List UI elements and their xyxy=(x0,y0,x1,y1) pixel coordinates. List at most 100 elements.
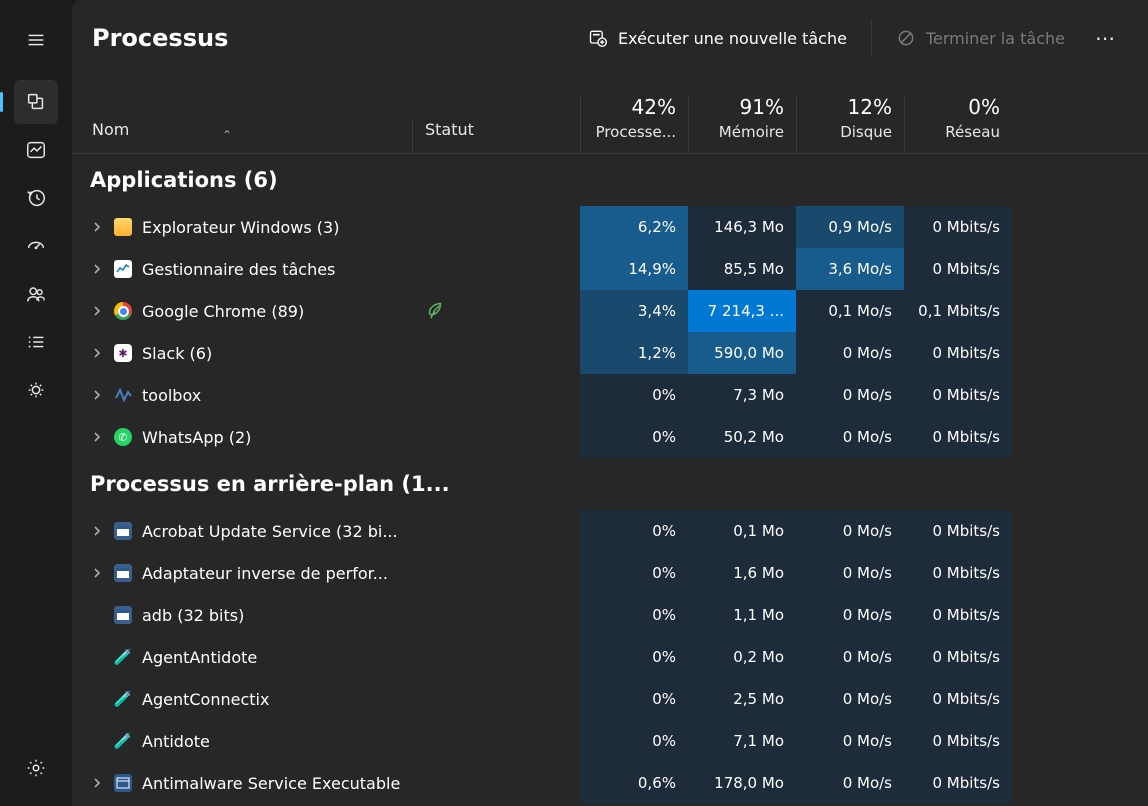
cpu-cell: 6,2% xyxy=(580,206,688,248)
column-network[interactable]: 0% Réseau xyxy=(904,95,1012,153)
extra-cell xyxy=(1012,332,1148,374)
process-row[interactable]: Antimalware Service Executable0,6%178,0 … xyxy=(72,762,1148,804)
network-cell: 0 Mbits/s xyxy=(904,594,1012,636)
performance-icon xyxy=(25,139,47,161)
process-row[interactable]: toolbox0%7,3 Mo0 Mo/s0 Mbits/s xyxy=(72,374,1148,416)
hamburger-menu-button[interactable] xyxy=(14,18,58,62)
cpu-usage-percent: 42% xyxy=(632,95,676,119)
flask-icon: 🧪 xyxy=(114,690,132,708)
disk-column-label: Disque xyxy=(840,123,892,141)
nav-services[interactable] xyxy=(14,368,58,412)
memory-cell: 1,6 Mo xyxy=(688,552,796,594)
column-status-label: Statut xyxy=(425,120,474,139)
extra-cell xyxy=(1012,510,1148,552)
new-task-icon xyxy=(588,28,608,48)
process-row[interactable]: adb (32 bits)0%1,1 Mo0 Mo/s0 Mbits/s xyxy=(72,594,1148,636)
end-task-icon xyxy=(896,28,916,48)
process-row[interactable]: 🧪AgentAntidote0%0,2 Mo0 Mo/s0 Mbits/s xyxy=(72,636,1148,678)
cpu-cell: 0% xyxy=(580,552,688,594)
network-usage-percent: 0% xyxy=(968,95,1000,119)
process-name-cell: Gestionnaire des tâches xyxy=(72,248,412,290)
column-status[interactable]: Statut xyxy=(412,120,580,153)
expand-chevron-icon[interactable] xyxy=(90,776,104,790)
expand-chevron-icon[interactable] xyxy=(90,388,104,402)
disk-cell: 0 Mo/s xyxy=(796,374,904,416)
table-header: ⌃ Nom Statut 42% Processe... 91% Mémoire… xyxy=(72,76,1148,154)
process-row[interactable]: 🧪Antidote0%7,1 Mo0 Mo/s0 Mbits/s xyxy=(72,720,1148,762)
expand-chevron-icon[interactable] xyxy=(90,430,104,444)
network-cell: 0 Mbits/s xyxy=(904,720,1012,762)
group-title: Processus en arrière-plan (1... xyxy=(90,472,598,496)
process-table[interactable]: ⌃ Nom Statut 42% Processe... 91% Mémoire… xyxy=(72,76,1148,806)
process-row[interactable]: Explorateur Windows (3)6,2%146,3 Mo0,9 M… xyxy=(72,206,1148,248)
process-row[interactable]: 🧪AgentConnectix0%2,5 Mo0 Mo/s0 Mbits/s xyxy=(72,678,1148,720)
disk-cell: 0 Mo/s xyxy=(796,636,904,678)
process-name: Explorateur Windows (3) xyxy=(142,218,339,237)
nav-processes[interactable] xyxy=(14,80,58,124)
expand-chevron-icon[interactable] xyxy=(90,524,104,538)
process-row[interactable]: Google Chrome (89)3,4%7 214,3 ...0,1 Mo/… xyxy=(72,290,1148,332)
network-cell: 0 Mbits/s xyxy=(904,206,1012,248)
cpu-cell: 0% xyxy=(580,636,688,678)
chrome-icon xyxy=(114,302,132,320)
memory-cell: 1,1 Mo xyxy=(688,594,796,636)
column-name[interactable]: ⌃ Nom xyxy=(72,120,412,153)
nav-startup[interactable] xyxy=(14,224,58,268)
nav-details[interactable] xyxy=(14,320,58,364)
nav-history[interactable] xyxy=(14,176,58,220)
nav-settings[interactable] xyxy=(14,746,58,790)
extra-cell xyxy=(1012,636,1148,678)
nav-users[interactable] xyxy=(14,272,58,316)
group-title: Applications (6) xyxy=(90,168,598,192)
process-row[interactable]: Gestionnaire des tâches14,9%85,5 Mo3,6 M… xyxy=(72,248,1148,290)
cpu-cell: 0% xyxy=(580,510,688,552)
process-status-cell xyxy=(412,636,580,678)
process-name: toolbox xyxy=(142,386,201,405)
disk-cell: 0 Mo/s xyxy=(796,720,904,762)
extra-cell xyxy=(1012,290,1148,332)
expand-chevron-icon[interactable] xyxy=(90,262,104,276)
process-row[interactable]: ✱Slack (6)1,2%590,0 Mo0 Mo/s0 Mbits/s xyxy=(72,332,1148,374)
toolbox-icon xyxy=(114,386,132,404)
extra-cell xyxy=(1012,678,1148,720)
cpu-cell: 3,4% xyxy=(580,290,688,332)
cpu-cell: 0% xyxy=(580,416,688,458)
process-row[interactable]: Acrobat Update Service (32 bi...0%0,1 Mo… xyxy=(72,510,1148,552)
column-disk[interactable]: 12% Disque xyxy=(796,95,904,153)
generic-app-icon xyxy=(114,522,132,540)
network-cell: 0 Mbits/s xyxy=(904,510,1012,552)
process-status-cell xyxy=(412,678,580,720)
process-row[interactable]: Adaptateur inverse de perfor...0%1,6 Mo0… xyxy=(72,552,1148,594)
column-memory[interactable]: 91% Mémoire xyxy=(688,95,796,153)
group-header[interactable]: Processus en arrière-plan (1... xyxy=(72,458,1148,510)
generic-app-icon xyxy=(114,564,132,582)
nav-performance[interactable] xyxy=(14,128,58,172)
expand-chevron-icon[interactable] xyxy=(90,346,104,360)
more-button[interactable]: ⋯ xyxy=(1085,18,1128,58)
network-cell: 0 Mbits/s xyxy=(904,374,1012,416)
new-task-button[interactable]: Exécuter une nouvelle tâche xyxy=(576,20,859,56)
task-manager-icon xyxy=(114,260,132,278)
column-cpu[interactable]: 42% Processe... xyxy=(580,95,688,153)
group-header[interactable]: Applications (6) xyxy=(72,154,1148,206)
disk-cell: 0 Mo/s xyxy=(796,416,904,458)
extra-cell xyxy=(1012,416,1148,458)
cpu-column-label: Processe... xyxy=(596,123,676,141)
toolbar-divider xyxy=(871,20,872,56)
expand-chevron-icon[interactable] xyxy=(90,220,104,234)
process-status-cell xyxy=(412,594,580,636)
page-title: Processus xyxy=(92,24,576,52)
generic-app-icon xyxy=(114,606,132,624)
process-row[interactable]: ✆WhatsApp (2)0%50,2 Mo0 Mo/s0 Mbits/s xyxy=(72,416,1148,458)
network-cell: 0,1 Mbits/s xyxy=(904,290,1012,332)
expand-chevron-icon[interactable] xyxy=(90,304,104,318)
expand-chevron-icon[interactable] xyxy=(90,566,104,580)
hamburger-icon xyxy=(25,29,47,51)
process-name: Gestionnaire des tâches xyxy=(142,260,335,279)
process-name: Slack (6) xyxy=(142,344,212,363)
details-icon xyxy=(25,331,47,353)
process-name: Antidote xyxy=(142,732,210,751)
cpu-cell: 0% xyxy=(580,374,688,416)
process-status-cell xyxy=(412,290,580,332)
history-icon xyxy=(25,187,47,209)
